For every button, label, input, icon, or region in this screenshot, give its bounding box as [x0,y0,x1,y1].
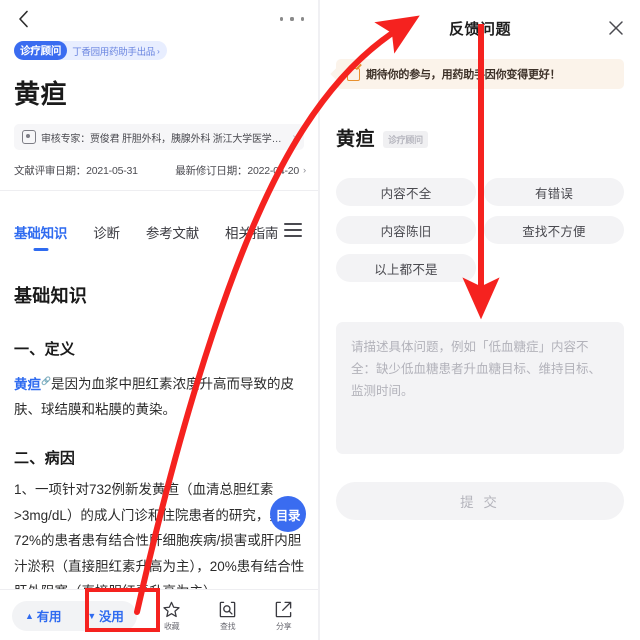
tab-active-underline [33,248,49,251]
article-pane: 诊疗顾问 丁香园用药助手出品 › 黄疸 审核专家：贾俊君 肝胆外科，胰腺外科 浙… [0,0,318,640]
chip-has-error[interactable]: 有错误 [484,178,624,206]
badge-secondary-text: 丁香园用药助手出品 [72,46,156,58]
useful-button[interactable]: ▲ 有用 [12,601,74,631]
chip-outdated-content[interactable]: 内容陈旧 [336,216,476,244]
back-icon[interactable] [12,8,34,30]
article-topbar [0,0,318,36]
useless-button-highlight [85,588,160,632]
paragraph-cause: 1、一项针对732例新发黄疸（血清总胆红素>3mg/dL）的成人门诊和住院患者的… [14,482,305,599]
shield-check-icon [22,130,36,144]
feedback-subject-title: 黄疸 [336,129,376,150]
tab-references[interactable]: 参考文献 [146,222,199,242]
link-superscript-icon: 🔗 [41,376,51,385]
review-date-label: 文献评审日期：2021-05-31 [14,164,138,177]
close-icon[interactable] [606,18,626,38]
feedback-subject-tag: 诊疗顾问 [383,131,428,148]
feedback-reason-chips: 内容不全 有错误 内容陈旧 查找不方便 以上都不是 [336,178,624,282]
heading-cause: 二、病因 [14,450,76,467]
chevron-right-icon: › [303,164,306,176]
tab-label: 基础知识 [14,226,68,241]
section-tabs: 基础知识 诊断 参考文献 相关指南 [0,222,318,252]
feedback-panel: 反馈问题 期待你的参与，用药助手因你变得更好！ 黄疸 诊疗顾问 内容不全 有错误… [320,0,640,640]
hamburger-menu-icon[interactable] [284,223,302,237]
feedback-panel-title: 反馈问题 [448,21,511,38]
expert-reviewer-row[interactable]: 审核专家：贾俊君 肝胆外科，胰腺外科 浙江大学医学院... › [14,124,304,150]
feedback-tip-text: 期待你的参与，用药助手因你变得更好！ [366,69,561,81]
badge-primary-label: 诊疗顾问 [14,41,68,60]
feedback-subject-row: 黄疸 诊疗顾问 [336,124,428,151]
star-icon [162,600,181,619]
edit-note-icon [347,67,360,81]
chevron-right-icon: › [157,45,160,56]
chip-hard-to-find[interactable]: 查找不方便 [484,216,624,244]
more-horizontal-icon[interactable] [280,10,304,28]
search-box-icon [218,600,237,619]
share-icon [274,600,293,619]
badge-secondary-label: 丁香园用药助手出品 › [72,44,160,58]
chip-none-of-above[interactable]: 以上都不是 [336,254,476,282]
chevron-right-icon: › [292,131,296,143]
screenshot-root: 诊疗顾问 丁香园用药助手出品 › 黄疸 审核专家：贾俊君 肝胆外科，胰腺外科 浙… [0,0,640,640]
paragraph-definition: 黄疸🔗是因为血浆中胆红素浓度升高而导致的皮肤、球结膜和粘膜的黄染。 [14,368,306,422]
heading-definition: 一、定义 [14,341,76,358]
feedback-description-input[interactable] [336,322,624,454]
triangle-up-icon: ▲ [25,610,34,621]
tab-guidelines[interactable]: 相关指南 [225,222,278,242]
tab-diagnosis[interactable]: 诊断 [93,222,120,242]
date-row: 文献评审日期：2021-05-31 最新修订日期：2022-04-20 › [14,162,306,178]
glossary-link-jaundice[interactable]: 黄疸🔗 [14,376,51,392]
useful-label: 有用 [36,610,62,624]
source-badge[interactable]: 诊疗顾问 丁香园用药助手出品 › [14,41,167,60]
revised-date-label: 最新修订日期：2022-04-20 [175,164,300,177]
table-of-contents-fab[interactable]: 目录 [270,496,306,532]
favorite-label: 收藏 [163,621,180,631]
feedback-tip-banner: 期待你的参与，用药助手因你变得更好！ [336,59,624,89]
expert-reviewer-text: 审核专家：贾俊君 肝胆外科，胰腺外科 浙江大学医学院... [41,133,289,145]
submit-button[interactable]: 提 交 [336,482,624,520]
share-button[interactable]: 分享 [259,600,309,632]
content-section-title: 基础知识 [14,286,88,306]
search-button[interactable]: 查找 [203,600,253,632]
revised-date-row[interactable]: 最新修订日期：2022-04-20 › [175,163,306,178]
search-label: 查找 [219,621,236,631]
page-title: 黄疸 [14,79,68,109]
definition-body-text: 是因为血浆中胆红素浓度升高而导致的皮肤、球结膜和粘膜的黄染。 [14,376,294,417]
chip-incomplete-content[interactable]: 内容不全 [336,178,476,206]
header-divider [0,190,318,191]
glossary-link-label: 黄疸 [14,376,41,392]
tab-basic-knowledge[interactable]: 基础知识 [14,222,68,251]
share-label: 分享 [275,621,292,631]
